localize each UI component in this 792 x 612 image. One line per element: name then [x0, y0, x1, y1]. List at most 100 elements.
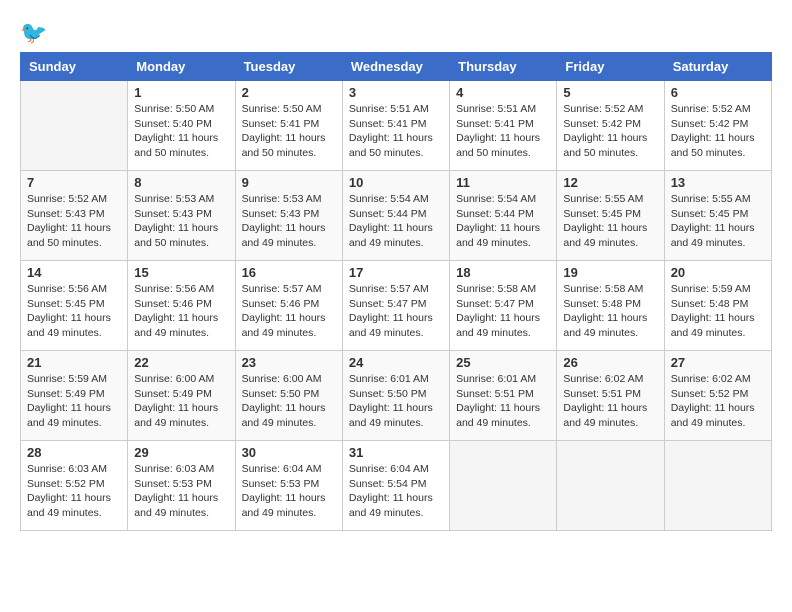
day-number: 23	[242, 355, 336, 370]
calendar-cell: 9 Sunrise: 5:53 AM Sunset: 5:43 PM Dayli…	[235, 171, 342, 261]
day-number: 21	[27, 355, 121, 370]
day-number: 26	[563, 355, 657, 370]
calendar-cell: 8 Sunrise: 5:53 AM Sunset: 5:43 PM Dayli…	[128, 171, 235, 261]
calendar-cell: 5 Sunrise: 5:52 AM Sunset: 5:42 PM Dayli…	[557, 81, 664, 171]
day-number: 30	[242, 445, 336, 460]
day-info: Sunrise: 6:01 AM Sunset: 5:51 PM Dayligh…	[456, 372, 550, 431]
day-header-thursday: Thursday	[450, 53, 557, 81]
calendar-cell: 28 Sunrise: 6:03 AM Sunset: 5:52 PM Dayl…	[21, 441, 128, 531]
calendar-cell: 6 Sunrise: 5:52 AM Sunset: 5:42 PM Dayli…	[664, 81, 771, 171]
day-number: 13	[671, 175, 765, 190]
day-info: Sunrise: 6:02 AM Sunset: 5:52 PM Dayligh…	[671, 372, 765, 431]
day-info: Sunrise: 5:51 AM Sunset: 5:41 PM Dayligh…	[456, 102, 550, 161]
calendar-cell: 15 Sunrise: 5:56 AM Sunset: 5:46 PM Dayl…	[128, 261, 235, 351]
calendar-cell: 4 Sunrise: 5:51 AM Sunset: 5:41 PM Dayli…	[450, 81, 557, 171]
day-info: Sunrise: 5:59 AM Sunset: 5:49 PM Dayligh…	[27, 372, 121, 431]
day-info: Sunrise: 5:57 AM Sunset: 5:46 PM Dayligh…	[242, 282, 336, 341]
day-number: 5	[563, 85, 657, 100]
day-info: Sunrise: 6:00 AM Sunset: 5:50 PM Dayligh…	[242, 372, 336, 431]
calendar-cell: 25 Sunrise: 6:01 AM Sunset: 5:51 PM Dayl…	[450, 351, 557, 441]
day-number: 9	[242, 175, 336, 190]
calendar-cell	[557, 441, 664, 531]
day-info: Sunrise: 5:52 AM Sunset: 5:42 PM Dayligh…	[671, 102, 765, 161]
calendar-cell: 19 Sunrise: 5:58 AM Sunset: 5:48 PM Dayl…	[557, 261, 664, 351]
day-info: Sunrise: 5:50 AM Sunset: 5:41 PM Dayligh…	[242, 102, 336, 161]
day-number: 29	[134, 445, 228, 460]
calendar-week-row: 28 Sunrise: 6:03 AM Sunset: 5:52 PM Dayl…	[21, 441, 772, 531]
day-info: Sunrise: 5:58 AM Sunset: 5:47 PM Dayligh…	[456, 282, 550, 341]
calendar-cell	[664, 441, 771, 531]
day-info: Sunrise: 5:55 AM Sunset: 5:45 PM Dayligh…	[563, 192, 657, 251]
day-number: 22	[134, 355, 228, 370]
calendar-header-row: SundayMondayTuesdayWednesdayThursdayFrid…	[21, 53, 772, 81]
day-info: Sunrise: 5:57 AM Sunset: 5:47 PM Dayligh…	[349, 282, 443, 341]
calendar-cell: 31 Sunrise: 6:04 AM Sunset: 5:54 PM Dayl…	[342, 441, 449, 531]
calendar-cell: 26 Sunrise: 6:02 AM Sunset: 5:51 PM Dayl…	[557, 351, 664, 441]
calendar-cell: 7 Sunrise: 5:52 AM Sunset: 5:43 PM Dayli…	[21, 171, 128, 261]
day-number: 2	[242, 85, 336, 100]
calendar-week-row: 14 Sunrise: 5:56 AM Sunset: 5:45 PM Dayl…	[21, 261, 772, 351]
day-info: Sunrise: 5:54 AM Sunset: 5:44 PM Dayligh…	[456, 192, 550, 251]
header: 🐦	[20, 20, 772, 42]
calendar-cell: 14 Sunrise: 5:56 AM Sunset: 5:45 PM Dayl…	[21, 261, 128, 351]
calendar-week-row: 21 Sunrise: 5:59 AM Sunset: 5:49 PM Dayl…	[21, 351, 772, 441]
calendar-cell: 20 Sunrise: 5:59 AM Sunset: 5:48 PM Dayl…	[664, 261, 771, 351]
day-number: 7	[27, 175, 121, 190]
calendar-cell: 24 Sunrise: 6:01 AM Sunset: 5:50 PM Dayl…	[342, 351, 449, 441]
calendar-cell	[450, 441, 557, 531]
day-info: Sunrise: 5:58 AM Sunset: 5:48 PM Dayligh…	[563, 282, 657, 341]
day-number: 1	[134, 85, 228, 100]
calendar-cell: 13 Sunrise: 5:55 AM Sunset: 5:45 PM Dayl…	[664, 171, 771, 261]
day-header-wednesday: Wednesday	[342, 53, 449, 81]
day-number: 25	[456, 355, 550, 370]
day-number: 16	[242, 265, 336, 280]
logo: 🐦	[20, 20, 47, 42]
day-header-saturday: Saturday	[664, 53, 771, 81]
calendar-cell: 21 Sunrise: 5:59 AM Sunset: 5:49 PM Dayl…	[21, 351, 128, 441]
logo-bird-icon: 🐦	[20, 20, 47, 46]
day-number: 24	[349, 355, 443, 370]
day-info: Sunrise: 5:52 AM Sunset: 5:42 PM Dayligh…	[563, 102, 657, 161]
day-info: Sunrise: 5:59 AM Sunset: 5:48 PM Dayligh…	[671, 282, 765, 341]
day-number: 14	[27, 265, 121, 280]
day-info: Sunrise: 5:50 AM Sunset: 5:40 PM Dayligh…	[134, 102, 228, 161]
day-number: 18	[456, 265, 550, 280]
day-info: Sunrise: 5:56 AM Sunset: 5:45 PM Dayligh…	[27, 282, 121, 341]
day-info: Sunrise: 6:04 AM Sunset: 5:53 PM Dayligh…	[242, 462, 336, 521]
calendar-cell: 22 Sunrise: 6:00 AM Sunset: 5:49 PM Dayl…	[128, 351, 235, 441]
calendar-cell: 18 Sunrise: 5:58 AM Sunset: 5:47 PM Dayl…	[450, 261, 557, 351]
calendar-cell: 30 Sunrise: 6:04 AM Sunset: 5:53 PM Dayl…	[235, 441, 342, 531]
day-header-sunday: Sunday	[21, 53, 128, 81]
day-info: Sunrise: 6:01 AM Sunset: 5:50 PM Dayligh…	[349, 372, 443, 431]
day-number: 12	[563, 175, 657, 190]
calendar-cell: 3 Sunrise: 5:51 AM Sunset: 5:41 PM Dayli…	[342, 81, 449, 171]
day-info: Sunrise: 5:54 AM Sunset: 5:44 PM Dayligh…	[349, 192, 443, 251]
day-info: Sunrise: 5:52 AM Sunset: 5:43 PM Dayligh…	[27, 192, 121, 251]
calendar-cell: 11 Sunrise: 5:54 AM Sunset: 5:44 PM Dayl…	[450, 171, 557, 261]
day-number: 10	[349, 175, 443, 190]
day-number: 19	[563, 265, 657, 280]
day-info: Sunrise: 6:04 AM Sunset: 5:54 PM Dayligh…	[349, 462, 443, 521]
calendar-cell: 12 Sunrise: 5:55 AM Sunset: 5:45 PM Dayl…	[557, 171, 664, 261]
day-number: 4	[456, 85, 550, 100]
calendar-cell: 1 Sunrise: 5:50 AM Sunset: 5:40 PM Dayli…	[128, 81, 235, 171]
calendar-cell: 27 Sunrise: 6:02 AM Sunset: 5:52 PM Dayl…	[664, 351, 771, 441]
day-header-monday: Monday	[128, 53, 235, 81]
day-number: 8	[134, 175, 228, 190]
day-number: 3	[349, 85, 443, 100]
day-number: 15	[134, 265, 228, 280]
day-number: 31	[349, 445, 443, 460]
day-number: 17	[349, 265, 443, 280]
day-info: Sunrise: 6:02 AM Sunset: 5:51 PM Dayligh…	[563, 372, 657, 431]
day-info: Sunrise: 5:53 AM Sunset: 5:43 PM Dayligh…	[242, 192, 336, 251]
day-info: Sunrise: 5:51 AM Sunset: 5:41 PM Dayligh…	[349, 102, 443, 161]
calendar-cell: 29 Sunrise: 6:03 AM Sunset: 5:53 PM Dayl…	[128, 441, 235, 531]
day-number: 11	[456, 175, 550, 190]
day-header-tuesday: Tuesday	[235, 53, 342, 81]
calendar-week-row: 7 Sunrise: 5:52 AM Sunset: 5:43 PM Dayli…	[21, 171, 772, 261]
calendar-cell: 16 Sunrise: 5:57 AM Sunset: 5:46 PM Dayl…	[235, 261, 342, 351]
day-number: 20	[671, 265, 765, 280]
day-number: 27	[671, 355, 765, 370]
day-info: Sunrise: 6:00 AM Sunset: 5:49 PM Dayligh…	[134, 372, 228, 431]
calendar-cell: 23 Sunrise: 6:00 AM Sunset: 5:50 PM Dayl…	[235, 351, 342, 441]
